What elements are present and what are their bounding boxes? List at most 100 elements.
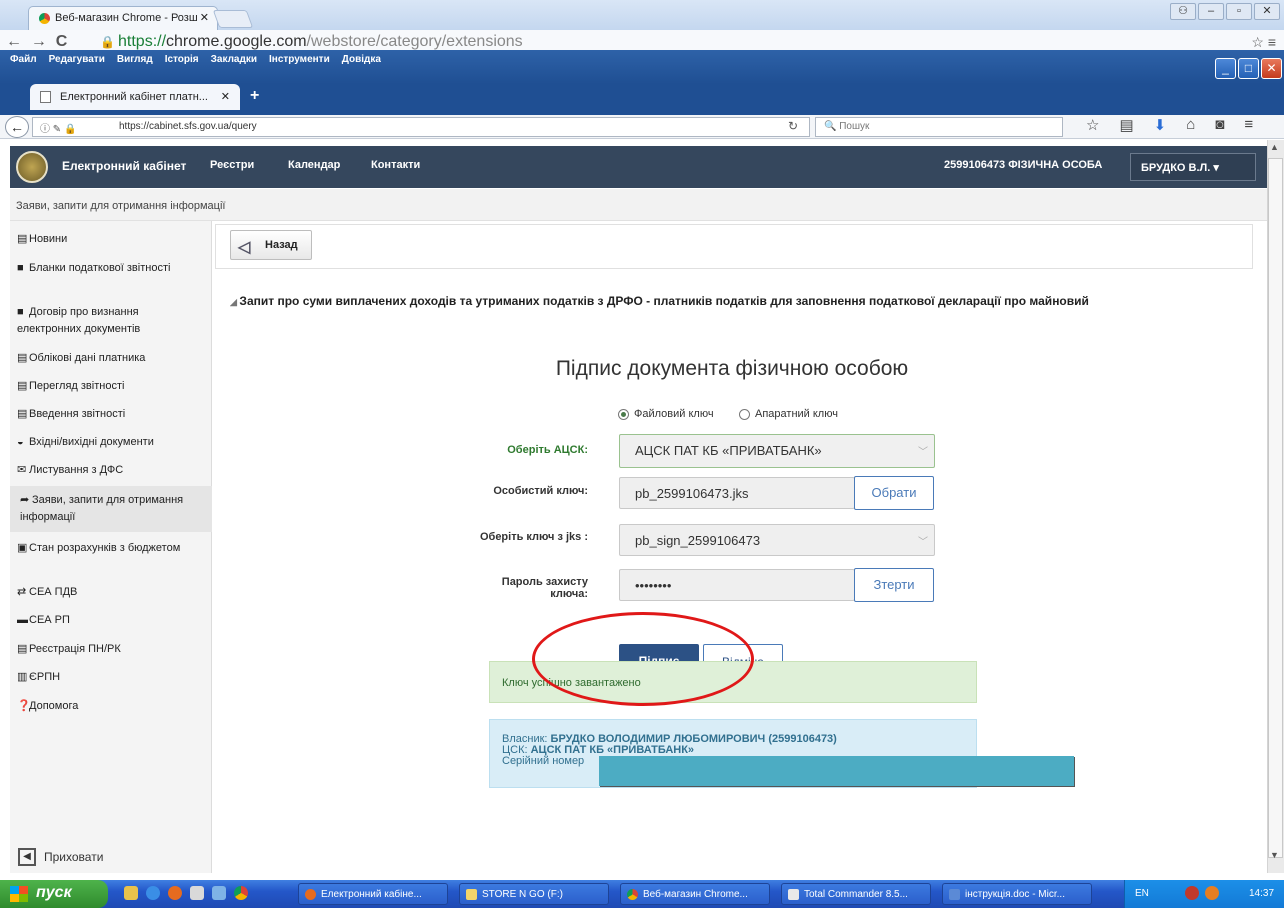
- user-icon[interactable]: ⚇: [1170, 3, 1196, 20]
- hide-sidebar-button[interactable]: ◀ Приховати: [18, 848, 103, 866]
- scroll-up-icon[interactable]: ▲: [1270, 142, 1279, 152]
- menu-history[interactable]: Історія: [165, 54, 199, 65]
- clear-button[interactable]: Зтерти: [854, 568, 934, 602]
- menu-view[interactable]: Вигляд: [117, 54, 153, 65]
- password-input[interactable]: ••••••••: [619, 569, 855, 601]
- radio-file-key[interactable]: Файловий ключ: [618, 408, 714, 420]
- menu-tools[interactable]: Інструменти: [269, 54, 330, 65]
- disk-icon[interactable]: [190, 886, 204, 900]
- close-icon[interactable]: ✕: [200, 11, 209, 24]
- sidebar-item-news[interactable]: ▤ Новини: [17, 231, 205, 248]
- scrollbar-thumb[interactable]: [1268, 158, 1283, 858]
- back-arrow-icon: ◁: [238, 239, 251, 256]
- scroll-down-icon[interactable]: ▼: [1270, 850, 1279, 860]
- brand-link[interactable]: Електронний кабінет: [62, 159, 186, 173]
- new-tab-button[interactable]: [212, 10, 254, 28]
- back-button[interactable]: ◁ Назад: [230, 230, 312, 260]
- nav-registers[interactable]: Реєстри: [210, 159, 254, 171]
- nav-calendar[interactable]: Календар: [288, 159, 340, 171]
- acsk-select[interactable]: АЦСК ПАТ КБ «ПРИВАТБАНК» ﹀: [619, 434, 935, 468]
- reload-icon[interactable]: ↻: [788, 119, 798, 133]
- chrome-icon[interactable]: [234, 886, 248, 900]
- sidebar-item-erpn[interactable]: ▥ ЄРПН: [17, 669, 205, 686]
- bookmark-star-icon[interactable]: ☆: [1086, 116, 1099, 134]
- collapse-triangle-icon: ◢: [230, 297, 240, 307]
- menu-file[interactable]: Файл: [10, 54, 37, 65]
- language-indicator[interactable]: EN: [1135, 888, 1149, 899]
- taxpayer-id: 2599106473 ФІЗИЧНА ОСОБА: [944, 159, 1103, 171]
- sidebar-item-account-data[interactable]: ▤ Облікові дані платника: [17, 350, 205, 367]
- sidebar-item-enter-reports[interactable]: ▤ Введення звітності: [17, 406, 205, 423]
- pocket-icon[interactable]: ◙: [1215, 116, 1224, 134]
- site-info-icon[interactable]: ⓘ ✎ 🔒: [40, 120, 76, 135]
- maximize-icon[interactable]: ▫: [1226, 3, 1252, 20]
- sidebar-item-sea-rp[interactable]: ▬СЕА РП: [17, 612, 205, 629]
- sidebar-item-agreement[interactable]: ■ Договір про визнання електронних докуме…: [17, 304, 205, 338]
- firefox-tab[interactable]: Електронний кабінет платн... ✕: [30, 84, 240, 110]
- chrome-menu-icons[interactable]: ☆ ≡: [1251, 34, 1276, 51]
- menu-bookmarks[interactable]: Закладки: [211, 54, 257, 65]
- menu-help[interactable]: Довідка: [342, 54, 381, 65]
- firefox-icon: [305, 889, 316, 900]
- firefox-url-input[interactable]: https://cabinet.sfs.gov.ua/query: [32, 117, 810, 137]
- sidebar-item-sea-pdv[interactable]: ⇄ СЕА ПДВ: [17, 584, 205, 601]
- ie-icon[interactable]: [146, 886, 160, 900]
- close-icon[interactable]: ✕: [1254, 3, 1280, 20]
- browse-button[interactable]: Обрати: [854, 476, 934, 510]
- minimize-icon[interactable]: _: [1215, 58, 1236, 79]
- chrome-nav-icons[interactable]: ← → C: [6, 33, 67, 51]
- firefox-toolbar: ☆ ▤ ⬇ ⌂ ◙ ≡: [1086, 116, 1253, 134]
- back-panel: [215, 224, 1253, 269]
- sidebar-item-correspondence[interactable]: ✉ Листування з ДФС: [17, 462, 205, 479]
- share-arrow-icon: ➦: [20, 494, 30, 506]
- taskbar-item[interactable]: STORE N GO (F:): [459, 883, 609, 905]
- taskbar-item[interactable]: Total Commander 8.5...: [781, 883, 931, 905]
- security-alert-icon[interactable]: [1185, 886, 1199, 900]
- download-icon[interactable]: ⬇: [1154, 116, 1167, 134]
- new-tab-button[interactable]: +: [250, 87, 259, 105]
- taskbar-item[interactable]: Електронний кабіне...: [298, 883, 448, 905]
- system-tray: EN 14:37: [1124, 880, 1284, 908]
- book-icon: ■: [17, 262, 24, 274]
- sidebar-item-registration[interactable]: ▤ Реєстрація ПН/РК: [17, 641, 205, 658]
- sidebar-item-budget[interactable]: ▣ Стан розрахунків з бюджетом: [17, 540, 205, 557]
- taskbar-item[interactable]: інструкція.doc - Micr...: [942, 883, 1092, 905]
- emblem-logo[interactable]: [16, 151, 48, 183]
- start-button[interactable]: пуск: [0, 880, 108, 908]
- hamburger-menu-icon[interactable]: ≡: [1244, 116, 1253, 134]
- radio-checked-icon: [618, 408, 629, 420]
- chrome-url[interactable]: https://chrome.google.com/webstore/categ…: [118, 34, 523, 50]
- close-icon[interactable]: ✕: [1261, 58, 1282, 79]
- private-key-label: Особистий ключ:: [493, 485, 588, 497]
- taskbar-item[interactable]: Веб-магазин Chrome...: [620, 883, 770, 905]
- menu-edit[interactable]: Редагувати: [49, 54, 105, 65]
- clipboard-icon[interactable]: ▤: [1119, 116, 1133, 134]
- firefox-search-input[interactable]: 🔍 Пошук: [815, 117, 1063, 137]
- maximize-icon[interactable]: □: [1238, 58, 1259, 79]
- radio-unchecked-icon: [739, 408, 750, 420]
- breadcrumb: Заяви, запити для отримання інформації: [16, 200, 226, 212]
- chrome-tab[interactable]: Веб-магазин Chrome - Розш ✕: [28, 6, 218, 30]
- firefox-icon[interactable]: [168, 886, 182, 900]
- back-arrow-icon[interactable]: ←: [5, 116, 29, 138]
- jks-key-select[interactable]: pb_sign_2599106473 ﹀: [619, 524, 935, 556]
- list-icon: ▤: [17, 643, 28, 655]
- radio-hardware-key[interactable]: Апаратний ключ: [739, 408, 838, 420]
- home-icon[interactable]: ⌂: [1186, 116, 1195, 134]
- user-menu-button[interactable]: БРУДКО В.Л. ▾: [1130, 153, 1256, 181]
- warning-icon[interactable]: [1205, 886, 1219, 900]
- nav-contacts[interactable]: Контакти: [371, 159, 420, 171]
- request-title[interactable]: ◢ Запит про суми виплачених доходів та у…: [230, 294, 1252, 308]
- private-key-input[interactable]: pb_2599106473.jks: [619, 477, 855, 509]
- minimize-icon[interactable]: –: [1198, 3, 1224, 20]
- sidebar-item-help[interactable]: ❓Допомога: [17, 698, 205, 715]
- money-icon: ▣: [17, 542, 28, 554]
- firefox-menu: Файл Редагувати Вигляд Історія Закладки …: [10, 54, 381, 65]
- sidebar-item-requests[interactable]: ➦ Заяви, запити для отримання інформації: [20, 492, 190, 526]
- close-icon[interactable]: ✕: [221, 90, 230, 103]
- sidebar-item-forms[interactable]: ■ Бланки податкової звітності: [17, 260, 205, 277]
- window-icon[interactable]: [212, 886, 226, 900]
- quick-launch-icon[interactable]: [124, 886, 138, 900]
- sidebar-item-documents[interactable]: ◒ Вхідні/вихідні документи: [17, 434, 205, 451]
- sidebar-item-view-reports[interactable]: ▤ Перегляд звітності: [17, 378, 205, 395]
